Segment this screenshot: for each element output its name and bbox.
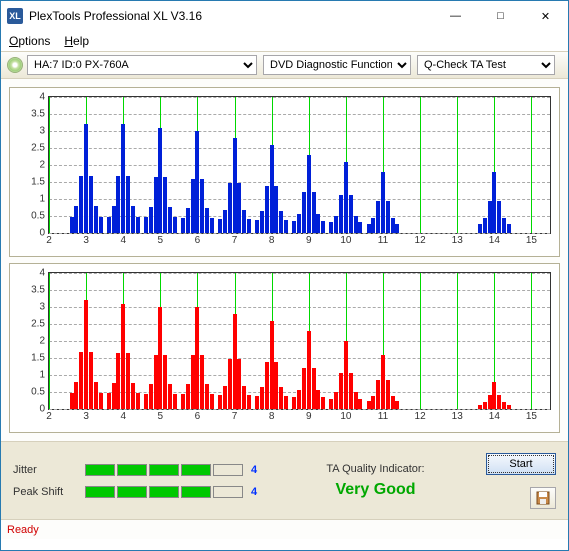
meter-box — [213, 464, 243, 476]
meter-box — [149, 486, 179, 498]
meter-box — [85, 486, 115, 498]
start-button[interactable]: Start — [486, 453, 556, 475]
ta-indicator: TA Quality Indicator: Very Good — [283, 463, 468, 499]
status-bar: Ready — [1, 519, 568, 539]
jitter-value: 4 — [251, 464, 265, 476]
meter-box — [181, 464, 211, 476]
x-tick: 5 — [158, 233, 164, 246]
peakshift-value: 4 — [251, 486, 265, 498]
bottom-panel: Jitter 4 Peak Shift 4 TA Quality Indicat… — [1, 441, 568, 519]
x-tick: 6 — [195, 233, 201, 246]
menu-bar: Options Help — [1, 31, 568, 51]
test-select[interactable]: Q-Check TA Test — [417, 55, 555, 75]
x-tick: 12 — [415, 409, 426, 422]
disc-icon — [7, 57, 23, 73]
x-tick: 3 — [83, 409, 89, 422]
x-tick: 3 — [83, 233, 89, 246]
y-tick: 1.5 — [31, 353, 49, 364]
x-tick: 8 — [269, 233, 275, 246]
y-tick: 0.5 — [31, 211, 49, 222]
meter-box — [117, 464, 147, 476]
maximize-button[interactable]: □ — [478, 1, 523, 31]
menu-options[interactable]: Options — [9, 34, 50, 48]
minimize-button[interactable]: — — [433, 1, 478, 31]
y-tick: 4 — [39, 268, 49, 279]
x-tick: 14 — [489, 409, 500, 422]
x-tick: 10 — [340, 233, 351, 246]
x-tick: 4 — [120, 409, 126, 422]
x-tick: 13 — [452, 409, 463, 422]
x-tick: 15 — [526, 409, 537, 422]
y-tick: 3 — [39, 302, 49, 313]
close-button[interactable]: ✕ — [523, 1, 568, 31]
x-tick: 7 — [232, 409, 238, 422]
chart-bottom: 00.511.522.533.5423456789101112131415 — [9, 263, 560, 433]
ta-value: Very Good — [283, 481, 468, 499]
toolbar: HA:7 ID:0 PX-760A DVD Diagnostic Functio… — [1, 51, 568, 79]
x-tick: 5 — [158, 409, 164, 422]
function-select[interactable]: DVD Diagnostic Functions — [263, 55, 411, 75]
x-tick: 8 — [269, 409, 275, 422]
x-tick: 4 — [120, 233, 126, 246]
y-tick: 2 — [39, 336, 49, 347]
y-tick: 2.5 — [31, 319, 49, 330]
jitter-meter: Jitter 4 — [13, 464, 265, 476]
y-tick: 2.5 — [31, 143, 49, 154]
y-tick: 0.5 — [31, 387, 49, 398]
x-tick: 14 — [489, 233, 500, 246]
ta-label: TA Quality Indicator: — [283, 463, 468, 475]
x-tick: 6 — [195, 409, 201, 422]
x-tick: 9 — [306, 233, 312, 246]
floppy-icon — [536, 491, 550, 505]
y-tick: 3.5 — [31, 285, 49, 296]
x-tick: 10 — [340, 409, 351, 422]
menu-help[interactable]: Help — [64, 34, 89, 48]
meter-box — [213, 486, 243, 498]
meter-box — [181, 486, 211, 498]
x-tick: 13 — [452, 233, 463, 246]
save-icon-button[interactable] — [530, 487, 556, 509]
x-tick: 15 — [526, 233, 537, 246]
device-select[interactable]: HA:7 ID:0 PX-760A — [27, 55, 257, 75]
x-tick: 11 — [378, 233, 388, 246]
x-tick: 11 — [378, 409, 388, 422]
chart-top: 00.511.522.533.5423456789101112131415 — [9, 87, 560, 257]
y-tick: 3 — [39, 126, 49, 137]
status-text: Ready — [7, 524, 39, 536]
x-tick: 9 — [306, 409, 312, 422]
x-tick: 12 — [415, 233, 426, 246]
x-tick: 2 — [46, 409, 52, 422]
app-icon: XL — [7, 8, 23, 24]
peakshift-label: Peak Shift — [13, 486, 77, 498]
title-bar: XL PlexTools Professional XL V3.16 — □ ✕ — [1, 1, 568, 31]
meter-box — [117, 486, 147, 498]
window-title: PlexTools Professional XL V3.16 — [29, 9, 433, 23]
meter-box — [85, 464, 115, 476]
y-tick: 1 — [39, 370, 49, 381]
x-tick: 2 — [46, 233, 52, 246]
jitter-label: Jitter — [13, 464, 77, 476]
x-tick: 7 — [232, 233, 238, 246]
meters: Jitter 4 Peak Shift 4 — [13, 464, 265, 498]
peakshift-meter: Peak Shift 4 — [13, 486, 265, 498]
y-tick: 2 — [39, 160, 49, 171]
meter-box — [149, 464, 179, 476]
chart-area: 00.511.522.533.5423456789101112131415 00… — [1, 79, 568, 441]
y-tick: 1.5 — [31, 177, 49, 188]
y-tick: 4 — [39, 92, 49, 103]
y-tick: 3.5 — [31, 109, 49, 120]
y-tick: 1 — [39, 194, 49, 205]
